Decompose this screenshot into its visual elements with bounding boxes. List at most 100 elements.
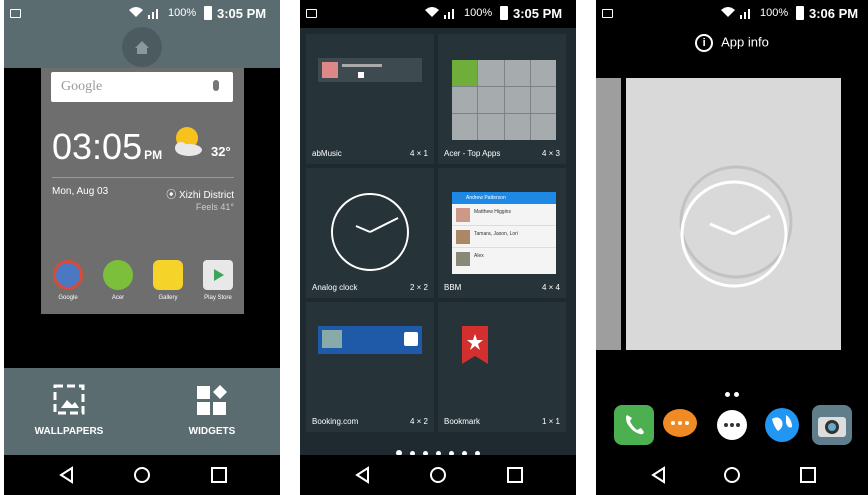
notification-icon	[306, 9, 317, 18]
home-button[interactable]	[132, 465, 152, 485]
analog-clock-icon	[331, 193, 409, 271]
back-button[interactable]	[57, 465, 77, 485]
top-apps-grid	[452, 60, 556, 140]
widget-abmusic[interactable]: abMusic 4 × 1	[306, 34, 434, 164]
recents-button[interactable]	[505, 465, 525, 485]
navigation-bar	[300, 455, 576, 495]
widgets-button[interactable]: WIDGETS	[167, 384, 257, 437]
widget-size: 4 × 3	[541, 149, 560, 158]
message-icon	[663, 409, 697, 437]
app-play-store[interactable]: Play Store	[201, 260, 235, 301]
dragged-analog-clock-icon[interactable]	[666, 164, 806, 304]
wifi-icon	[720, 6, 736, 21]
widget-size: 2 × 2	[409, 283, 428, 292]
bookmark-icon	[462, 326, 488, 364]
back-button[interactable]	[649, 465, 669, 485]
app-info-target[interactable]: i App info	[596, 34, 868, 52]
widget-size: 4 × 1	[409, 149, 428, 158]
battery-percent: 100%	[168, 7, 197, 19]
grid-cell	[478, 114, 504, 140]
widget-name: abMusic	[312, 149, 342, 158]
navigation-bar	[596, 455, 868, 495]
widget-bookmark[interactable]: Bookmark 1 × 1	[438, 302, 566, 432]
district-name: Xizhi District	[178, 190, 234, 201]
widget-name: Bookmark	[444, 417, 481, 426]
phone-screen-widgets: 100% 3:05 PM abMusic 4 × 1 Acer - Top Ap…	[300, 0, 576, 495]
recents-button[interactable]	[798, 465, 818, 485]
app-acer[interactable]: Acer	[101, 260, 135, 301]
grid-cell	[452, 114, 478, 140]
home-icon	[135, 41, 149, 54]
grid-cell	[504, 114, 530, 140]
bbm-header: Andrew Patterson	[452, 192, 556, 204]
widget-name: Booking.com	[312, 417, 359, 426]
clock-widget[interactable]: 03:05 PM	[52, 126, 162, 168]
homescreen-preview[interactable]: Google 03:05 PM 32° Mon, Aug 03 ⦿ Xizhi D…	[41, 68, 244, 314]
clock-time: 3:06 PM	[809, 6, 859, 21]
bbm-row: Tamara, Jason, Lori	[452, 226, 556, 248]
wallpapers-label: WALLPAPERS	[34, 426, 104, 437]
page-indicator	[596, 384, 868, 402]
recents-icon	[507, 467, 523, 483]
app-info-label: App info	[721, 34, 769, 50]
battery-icon	[796, 6, 804, 20]
home-page-button[interactable]	[122, 27, 162, 67]
microphone-icon[interactable]	[213, 80, 219, 91]
avatar	[456, 230, 470, 244]
phone-screen-home-edit: 100% 3:05 PM Google 03:05 PM 32° Mon, Aug…	[4, 0, 280, 495]
grid-cell	[530, 87, 556, 113]
dock-browser-app[interactable]	[762, 405, 802, 445]
widget-acer-top-apps[interactable]: Acer - Top Apps 4 × 3	[438, 34, 566, 164]
album-art	[322, 62, 338, 78]
dock-camera-app[interactable]	[812, 405, 852, 445]
date-label: Mon, Aug 03	[52, 186, 109, 197]
app-google[interactable]: Google	[51, 260, 85, 301]
back-button[interactable]	[353, 465, 373, 485]
battery-icon	[204, 6, 212, 20]
back-icon	[355, 466, 369, 484]
play-icon	[358, 72, 364, 78]
booking-logo	[404, 332, 418, 346]
music-widget-preview	[318, 58, 422, 82]
app-gallery[interactable]: Gallery	[151, 260, 185, 301]
gallery-app-icon	[153, 260, 183, 290]
page-dot	[725, 392, 730, 397]
notification-icon	[602, 9, 613, 18]
grid-cell	[452, 60, 478, 86]
adjacent-homescreen-panel[interactable]	[596, 78, 621, 350]
dock-phone-app[interactable]	[614, 405, 654, 445]
weather-sun-icon	[175, 127, 202, 156]
widget-analog-clock[interactable]: Analog clock 2 × 2	[306, 168, 434, 298]
widgets-label: WIDGETS	[188, 426, 236, 437]
homescreen-drop-panel[interactable]	[626, 78, 841, 350]
globe-icon	[765, 408, 799, 442]
grid-cell	[478, 60, 504, 86]
widget-booking[interactable]: Booking.com 4 × 2	[306, 302, 434, 432]
home-circle-icon	[724, 467, 740, 483]
grid-cell	[478, 87, 504, 113]
dock-messaging-app[interactable]	[660, 405, 700, 445]
widget-bbm[interactable]: Andrew Patterson Matthew Higgins Tamara,…	[438, 168, 566, 298]
feels-like-label: Feels 41°	[195, 202, 234, 212]
dock-app-drawer[interactable]	[712, 405, 752, 445]
widget-size: 4 × 4	[541, 283, 560, 292]
home-circle-icon	[430, 467, 446, 483]
hotel-thumb	[322, 330, 342, 348]
acer-app-icon	[103, 260, 133, 290]
wallpapers-button[interactable]: WALLPAPERS	[24, 384, 114, 437]
google-search-bar[interactable]: Google	[51, 72, 233, 102]
signal-icon	[740, 8, 754, 22]
phone-icon	[626, 415, 644, 435]
wifi-icon	[128, 6, 144, 21]
apps-grid-icon	[717, 410, 747, 440]
home-button[interactable]	[428, 465, 448, 485]
home-button[interactable]	[722, 465, 742, 485]
back-icon	[651, 466, 665, 484]
location-label: ⦿ Xizhi District	[166, 190, 234, 201]
app-label: Acer	[111, 295, 125, 301]
avatar	[456, 208, 470, 222]
widget-name: Analog clock	[312, 283, 358, 292]
recents-button[interactable]	[209, 465, 229, 485]
status-bar: 100% 3:05 PM	[4, 0, 280, 28]
camera-icon	[818, 417, 846, 437]
